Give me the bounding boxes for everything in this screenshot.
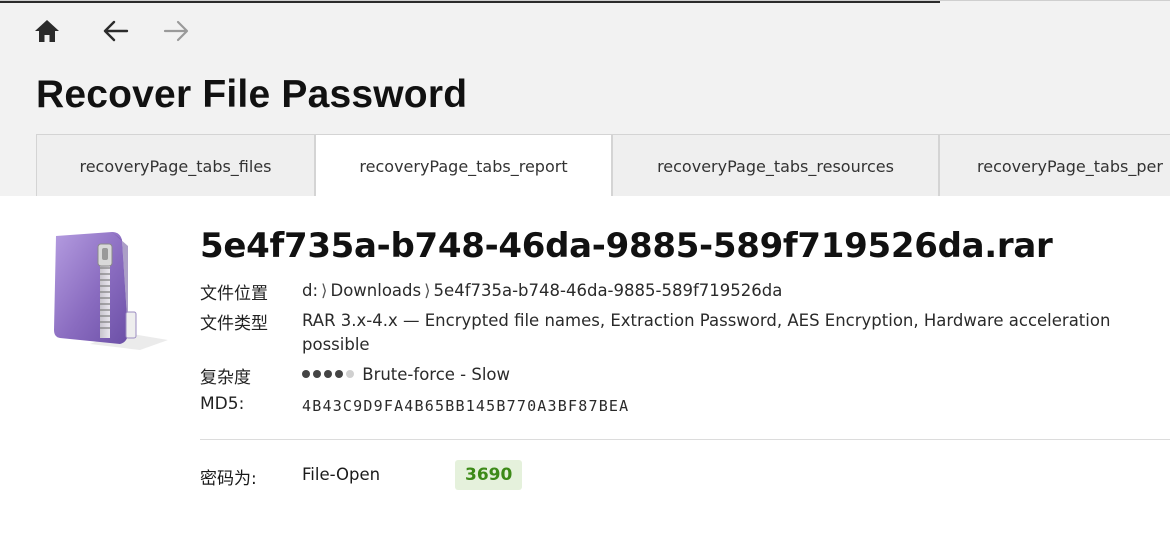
md5-label: MD5: [200,394,245,414]
file-name: 5e4f735a-b748-46da-9885-589f719526da.rar [200,226,1053,266]
zip-archive-icon [54,232,168,350]
arrow-left-icon [103,20,129,42]
arrow-right-icon [163,20,189,42]
password-type: File-Open [302,465,381,484]
breadcrumb-downloads[interactable]: Downloads [330,281,421,300]
complexity-dot-filled [302,369,310,378]
breadcrumb-folder[interactable]: 5e4f735a-b748-46da-9885-589f719526da [434,281,783,300]
tab-resources[interactable]: recoveryPage_tabs_resources [612,134,939,197]
complexity-dot-empty [346,369,354,378]
complexity-dot-filled [324,369,332,378]
location-breadcrumb: d: ⟩ Downloads ⟩ 5e4f735a-b748-46da-9885-589… [302,279,1162,303]
page-title: Recover File Password [36,73,468,116]
type-label: 文件类型 [200,314,268,334]
location-label: 文件位置 [200,284,268,304]
type-value: RAR 3.x-4.x — Encrypted file names, Extr… [302,311,1111,354]
home-icon [35,20,59,42]
header-bar: Recover File Password recoveryPage_tabs_… [0,0,1170,198]
md5-value: 4B43C9D9FA4B65BB145B770A3BF87BEA [302,397,630,415]
password-label: 密码为: [200,469,257,489]
tab-performance[interactable]: recoveryPage_tabs_per [939,134,1170,197]
tab-report[interactable]: recoveryPage_tabs_report [315,134,612,198]
tab-files[interactable]: recoveryPage_tabs_files [36,134,315,197]
complexity-dot-filled [335,369,343,378]
breadcrumb-separator: ⟩ [321,281,328,300]
home-button[interactable] [29,13,65,49]
back-button[interactable] [98,13,134,49]
forward-button[interactable] [158,13,194,49]
top-edge-line [0,1,940,3]
complexity-label: 复杂度 [200,368,251,388]
complexity-dot-filled [313,369,321,378]
password-value-badge[interactable]: 3690 [455,460,523,490]
complexity-rating [302,365,357,384]
complexity-value: Brute-force - Slow [302,363,1162,387]
complexity-text: Brute-force - Slow [362,365,511,384]
breadcrumb-separator: ⟩ [424,281,431,300]
section-divider [200,439,1170,440]
tab-bar: recoveryPage_tabs_files recoveryPage_tab… [36,134,1170,198]
breadcrumb-drive[interactable]: d: [302,281,318,300]
